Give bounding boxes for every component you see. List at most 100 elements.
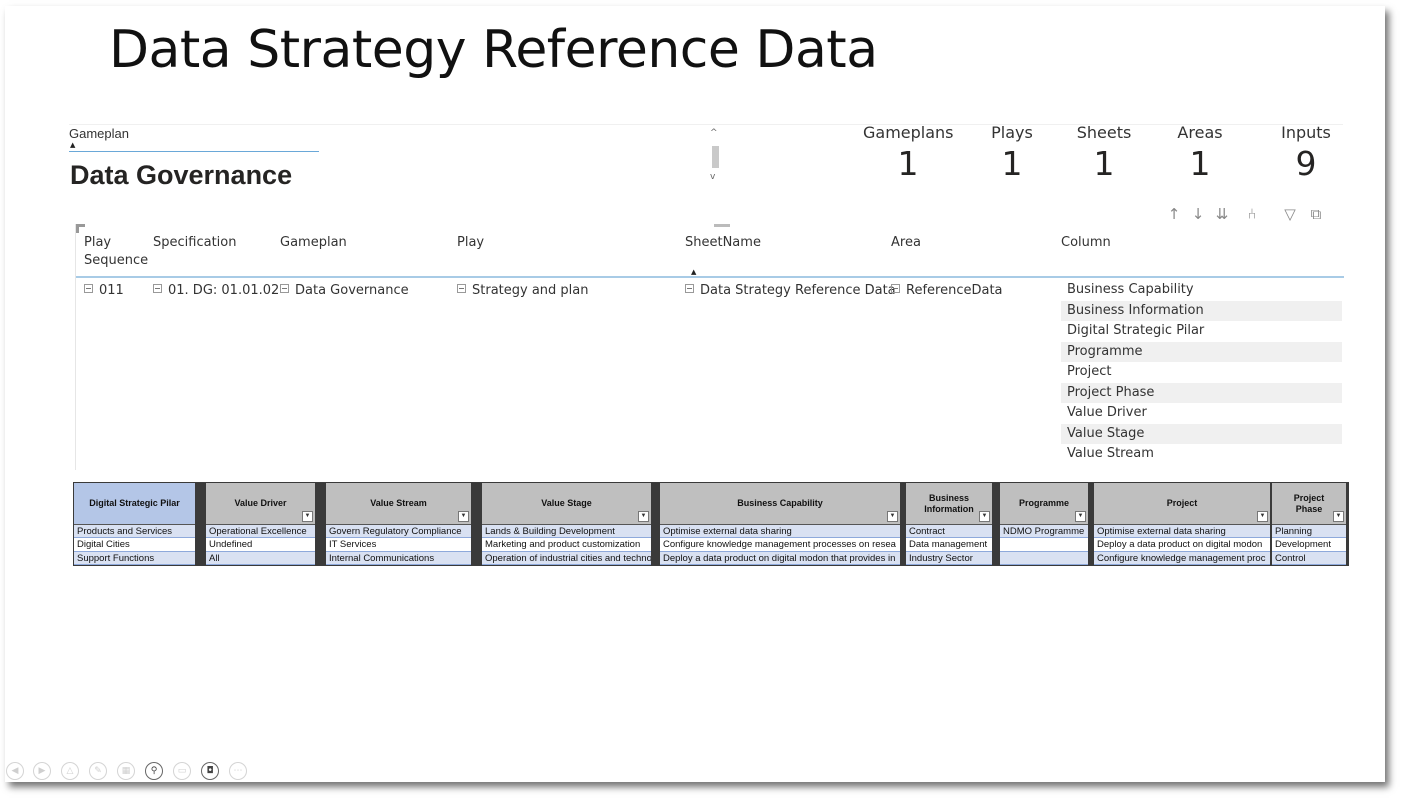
zoom-icon[interactable]: ⚲	[145, 762, 163, 780]
excel-header[interactable]: Business Information ▼	[906, 483, 992, 525]
excel-cell[interactable]: Deploy a data product on digital modon t…	[660, 551, 900, 565]
excel-cell[interactable]: Configure knowledge management processes…	[660, 538, 900, 552]
header-gameplan[interactable]: Gameplan	[280, 234, 347, 252]
expand-hierarchy-icon[interactable]: ⑃	[1243, 204, 1261, 224]
header-specification[interactable]: Specification	[153, 234, 236, 252]
scroll-up-icon[interactable]: ^	[710, 128, 718, 138]
excel-header[interactable]: Value Stream ▼	[326, 483, 471, 525]
collapse-icon[interactable]	[280, 284, 289, 293]
excel-cell[interactable]: Digital Cities	[74, 538, 195, 552]
filter-dropdown-icon[interactable]: ▼	[887, 511, 898, 522]
drag-handle[interactable]	[714, 224, 730, 227]
sort-down-icon[interactable]: ↓	[1189, 204, 1207, 224]
excel-header[interactable]: Value Driver ▼	[206, 483, 315, 525]
column-item[interactable]: Value Stream	[1061, 444, 1342, 465]
excel-cell[interactable]: Support Functions	[74, 551, 195, 565]
camera-icon[interactable]: ◘	[201, 762, 219, 780]
column-item[interactable]: Value Driver	[1061, 403, 1342, 424]
excel-cell[interactable]: Data management	[906, 538, 992, 552]
cell-play-sequence[interactable]: 011	[84, 282, 124, 300]
drill-down-icon[interactable]: ⇊	[1213, 204, 1231, 224]
header-play[interactable]: Play	[457, 234, 484, 252]
excel-cell[interactable]: Optimise external data sharing	[660, 525, 900, 539]
excel-cell[interactable]: Internal Communications	[326, 551, 471, 565]
cell-specification[interactable]: 01. DG: 01.01.02	[153, 282, 279, 300]
column-item[interactable]: Value Stage	[1061, 423, 1342, 444]
column-item[interactable]: Project	[1061, 362, 1342, 383]
excel-cell[interactable]: Operational Excellence	[206, 525, 315, 539]
excel-cell[interactable]: Marketing and product customization	[482, 538, 651, 552]
next-icon[interactable]: ▶	[33, 762, 51, 780]
excel-header[interactable]: Project ▼	[1094, 483, 1270, 525]
excel-header[interactable]: Business Capability ▼	[660, 483, 900, 525]
scroll-down-icon[interactable]: v	[710, 172, 715, 182]
filter-dropdown-icon[interactable]: ▼	[458, 511, 469, 522]
cell-area[interactable]: ReferenceData	[891, 282, 1003, 300]
column-item[interactable]: Business Information	[1061, 300, 1342, 321]
subtitles-icon[interactable]: ▭	[173, 762, 191, 780]
collapse-icon[interactable]	[84, 284, 93, 293]
cell-sheetname[interactable]: Data Strategy Reference Data	[685, 282, 896, 300]
collapse-icon[interactable]	[153, 284, 162, 293]
header-area[interactable]: Area	[891, 234, 921, 252]
filter-dropdown-icon[interactable]: ▼	[1075, 511, 1086, 522]
excel-cell[interactable]: Optimise external data sharing	[1094, 525, 1270, 539]
excel-header[interactable]: Value Stage ▼	[482, 483, 651, 525]
excel-header-label: Value Stream	[370, 498, 427, 508]
matrix-table[interactable]: Play Sequence Specification Gameplan Pla…	[75, 224, 1344, 470]
excel-header[interactable]: Programme ▼	[1000, 483, 1088, 525]
scroll-thumb[interactable]	[712, 146, 719, 168]
excel-cell[interactable]: Industry Sector	[906, 551, 992, 565]
resize-corner[interactable]	[76, 224, 85, 233]
excel-header[interactable]: Project Phase ▼	[1272, 483, 1346, 525]
excel-cell[interactable]: Lands & Building Development	[482, 525, 651, 539]
collapse-icon[interactable]	[457, 284, 466, 293]
excel-cell[interactable]: Deploy a data product on digital modon	[1094, 538, 1270, 552]
excel-header[interactable]: Digital Strategic Pilar	[74, 483, 195, 525]
excel-cell[interactable]: Undefined	[206, 538, 315, 552]
slicer-scrollbar[interactable]: ^ v	[709, 128, 723, 182]
pen-icon[interactable]: ✎	[89, 762, 107, 780]
excel-cell[interactable]: Control	[1272, 551, 1346, 565]
pointer-icon[interactable]: △	[61, 762, 79, 780]
sort-up-icon[interactable]: ↑	[1165, 204, 1183, 224]
excel-cell[interactable]: Configure knowledge management proc	[1094, 551, 1270, 565]
gameplan-slicer[interactable]: Gameplan ▲ Data Governance ^ v	[69, 120, 725, 200]
sort-caret-icon[interactable]: ▲	[70, 141, 75, 149]
excel-cell[interactable]: All	[206, 551, 315, 565]
column-item[interactable]: Digital Strategic Pilar	[1061, 321, 1342, 342]
filter-dropdown-icon[interactable]: ▼	[302, 511, 313, 522]
excel-cell[interactable]: Planning	[1272, 525, 1346, 539]
cell-gameplan[interactable]: Data Governance	[280, 282, 409, 300]
collapse-icon[interactable]	[685, 284, 694, 293]
header-sheetname[interactable]: SheetName	[685, 234, 761, 252]
more-icon[interactable]: ⋯	[229, 762, 247, 780]
column-item[interactable]: Business Capability	[1061, 280, 1342, 301]
cell-play[interactable]: Strategy and plan	[457, 282, 589, 300]
filter-dropdown-icon[interactable]: ▼	[1333, 511, 1344, 522]
excel-cell[interactable]: Contract	[906, 525, 992, 539]
excel-cell[interactable]: Govern Regulatory Compliance	[326, 525, 471, 539]
header-column[interactable]: Column	[1061, 234, 1111, 252]
column-item[interactable]: Programme	[1061, 341, 1342, 362]
header-play-sequence[interactable]: Play Sequence	[84, 234, 148, 270]
excel-cell[interactable]: IT Services	[326, 538, 471, 552]
collapse-icon[interactable]	[891, 284, 900, 293]
excel-cell[interactable]: Operation of industrial cities and techn…	[482, 551, 651, 565]
excel-cell[interactable]: Development	[1272, 538, 1346, 552]
focus-mode-icon[interactable]: ⧉	[1307, 204, 1325, 224]
slides-icon[interactable]: ▦	[117, 762, 135, 780]
excel-cell[interactable]: NDMO Programme	[1000, 525, 1088, 539]
excel-cell[interactable]: Products and Services	[74, 525, 195, 539]
filter-icon[interactable]: ▽	[1281, 204, 1299, 224]
slicer-underline	[69, 151, 319, 152]
filter-dropdown-icon[interactable]: ▼	[638, 511, 649, 522]
filter-dropdown-icon[interactable]: ▼	[1257, 511, 1268, 522]
slicer-selected-value[interactable]: Data Governance	[70, 160, 292, 191]
excel-cell[interactable]	[1000, 538, 1088, 552]
header-play-sequence-line1: Play	[84, 235, 112, 250]
previous-icon[interactable]: ◀	[6, 762, 24, 780]
excel-cell[interactable]	[1000, 551, 1088, 565]
filter-dropdown-icon[interactable]: ▼	[979, 511, 990, 522]
column-item[interactable]: Project Phase	[1061, 382, 1342, 403]
